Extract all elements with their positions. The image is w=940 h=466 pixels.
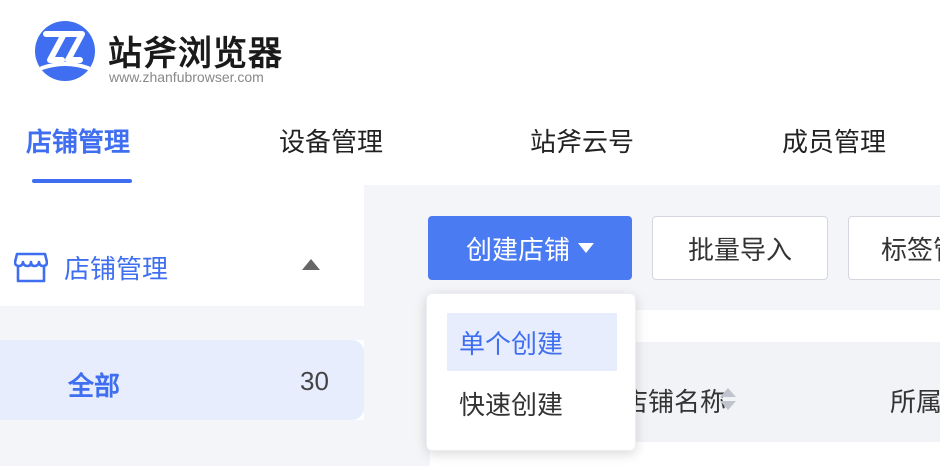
batch-import-button[interactable]: 批量导入	[652, 216, 828, 280]
collapse-arrow-icon[interactable]	[302, 259, 320, 270]
create-store-button[interactable]: 创建店铺	[428, 216, 632, 280]
tab-device-management[interactable]: 设备管理	[279, 122, 383, 162]
sidebar-gutter	[364, 185, 396, 466]
sidebar-divider	[0, 306, 364, 340]
brand-url: www.zhanfubrowser.com	[109, 69, 264, 85]
caret-down-icon	[578, 243, 594, 253]
menu-item-quick-create[interactable]: 快速创建	[447, 374, 617, 432]
tab-store-management[interactable]: 店铺管理	[26, 122, 130, 162]
zhanfu-logo-icon	[35, 21, 95, 81]
sidebar-item-count: 30	[300, 366, 329, 396]
create-dropdown-menu: 单个创建 快速创建	[426, 293, 636, 451]
app-header: 站斧浏览器 www.zhanfubrowser.com 店铺管理 设备管理 站斧…	[0, 0, 940, 185]
brand-title: 站斧浏览器	[108, 34, 283, 74]
tab-member-management[interactable]: 成员管理	[782, 122, 886, 162]
menu-item-single-create[interactable]: 单个创建	[447, 313, 617, 371]
sidebar-item-label: 全部	[68, 372, 121, 402]
sort-icon[interactable]	[718, 386, 738, 412]
sidebar-footer-area	[0, 420, 364, 466]
column-header-store-name[interactable]: 店铺名称	[622, 382, 726, 419]
active-tab-indicator	[32, 179, 132, 183]
sidebar-title: 店铺管理	[64, 255, 169, 285]
store-icon	[14, 252, 48, 283]
create-store-label: 创建店铺	[465, 235, 570, 266]
tab-zhanfu-cloud[interactable]: 站斧云号	[530, 122, 634, 162]
tag-management-button[interactable]: 标签管理	[848, 216, 940, 280]
column-header-owner[interactable]: 所属	[890, 382, 940, 419]
